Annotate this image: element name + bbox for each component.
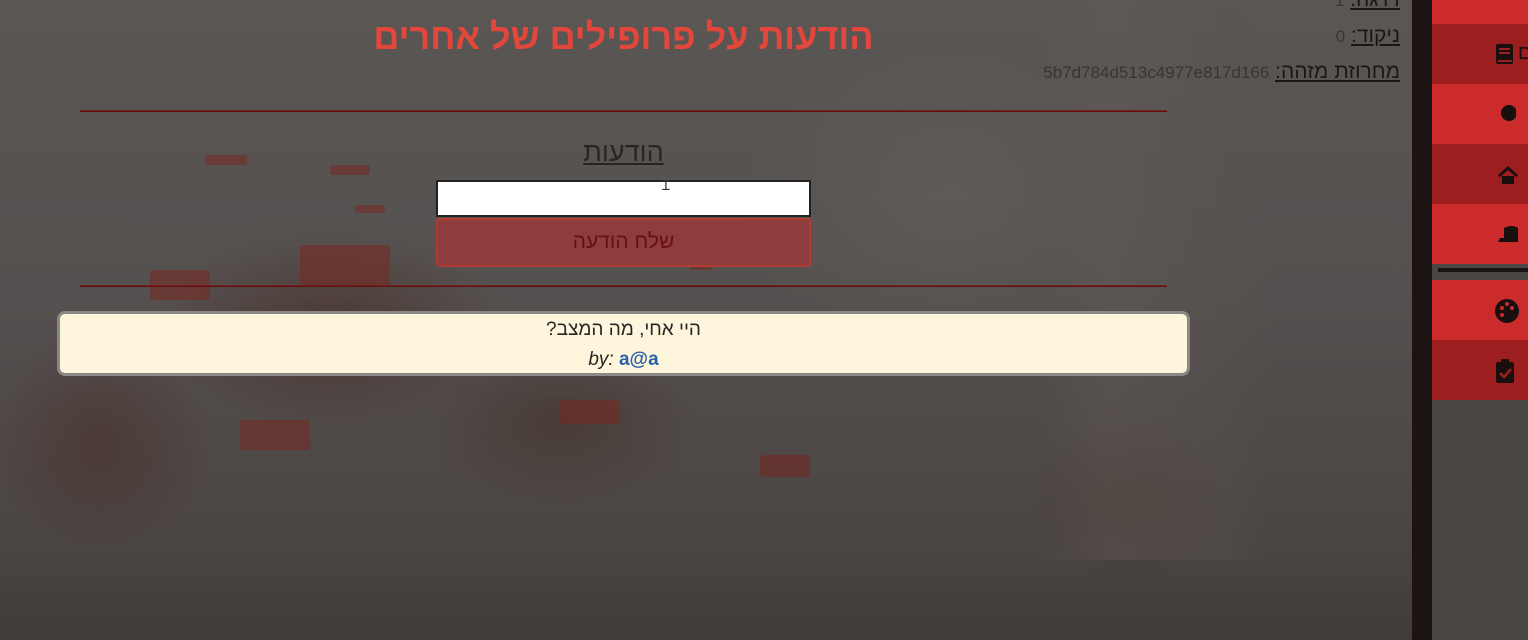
sidebar-item-hat[interactable]: [1432, 204, 1528, 264]
send-message-button[interactable]: שלח הודעה: [436, 218, 811, 267]
messages-heading: הודעות: [583, 137, 664, 167]
message-card: היי אחי, מה המצב? by: a@a: [57, 311, 1190, 376]
message-text: היי אחי, מה המצב?: [546, 319, 701, 340]
score-label: ניקוד:: [1351, 24, 1400, 47]
rank-value: 1: [1334, 0, 1345, 10]
sidebar-item-1[interactable]: [1432, 0, 1528, 24]
sidebar-item-home[interactable]: [1432, 144, 1528, 204]
sidebar-separator: [1438, 268, 1528, 272]
background-ground: [0, 560, 1412, 640]
id-label: מחרוזת מזהה:: [1275, 60, 1400, 83]
divider-bottom: [80, 285, 1167, 287]
sidebar-item-book[interactable]: ם: [1432, 24, 1528, 84]
sidebar-item-clipboard[interactable]: [1432, 340, 1528, 400]
id-value: 5b7d784d513c4977e817d166: [1043, 63, 1270, 82]
score-row: ניקוד: 0: [1336, 24, 1400, 48]
message-input[interactable]: [436, 180, 811, 217]
hat-icon: [1494, 222, 1522, 246]
id-row: מחרוזת מזהה: 5b7d784d513c4977e817d166: [1043, 60, 1400, 84]
home-icon: [1494, 162, 1522, 186]
content-sidebar-divider: [1412, 0, 1432, 640]
text-cursor-icon: Ɪ: [662, 178, 670, 194]
message-author-link[interactable]: a@a: [619, 349, 659, 370]
divider-top: [80, 110, 1167, 112]
palette-icon: [1494, 298, 1522, 323]
page-title: הודעות על פרופילים של אחרים: [373, 16, 874, 57]
sidebar-item-user[interactable]: [1432, 84, 1528, 144]
rank-label: דרגה:: [1350, 0, 1400, 11]
clipboard-check-icon: [1494, 358, 1522, 383]
message-byline: by: a@a: [60, 349, 1187, 371]
user-icon: [1494, 102, 1522, 126]
background-tower: [1040, 0, 1270, 560]
sidebar-item-book-label: ם: [1518, 42, 1528, 64]
rank-row: דרגה: 1: [1335, 0, 1400, 12]
byline-label: by:: [588, 349, 614, 370]
sidebar-item-palette[interactable]: [1432, 280, 1528, 340]
score-value: 0: [1335, 27, 1346, 46]
right-sidebar: ם: [1432, 0, 1528, 640]
